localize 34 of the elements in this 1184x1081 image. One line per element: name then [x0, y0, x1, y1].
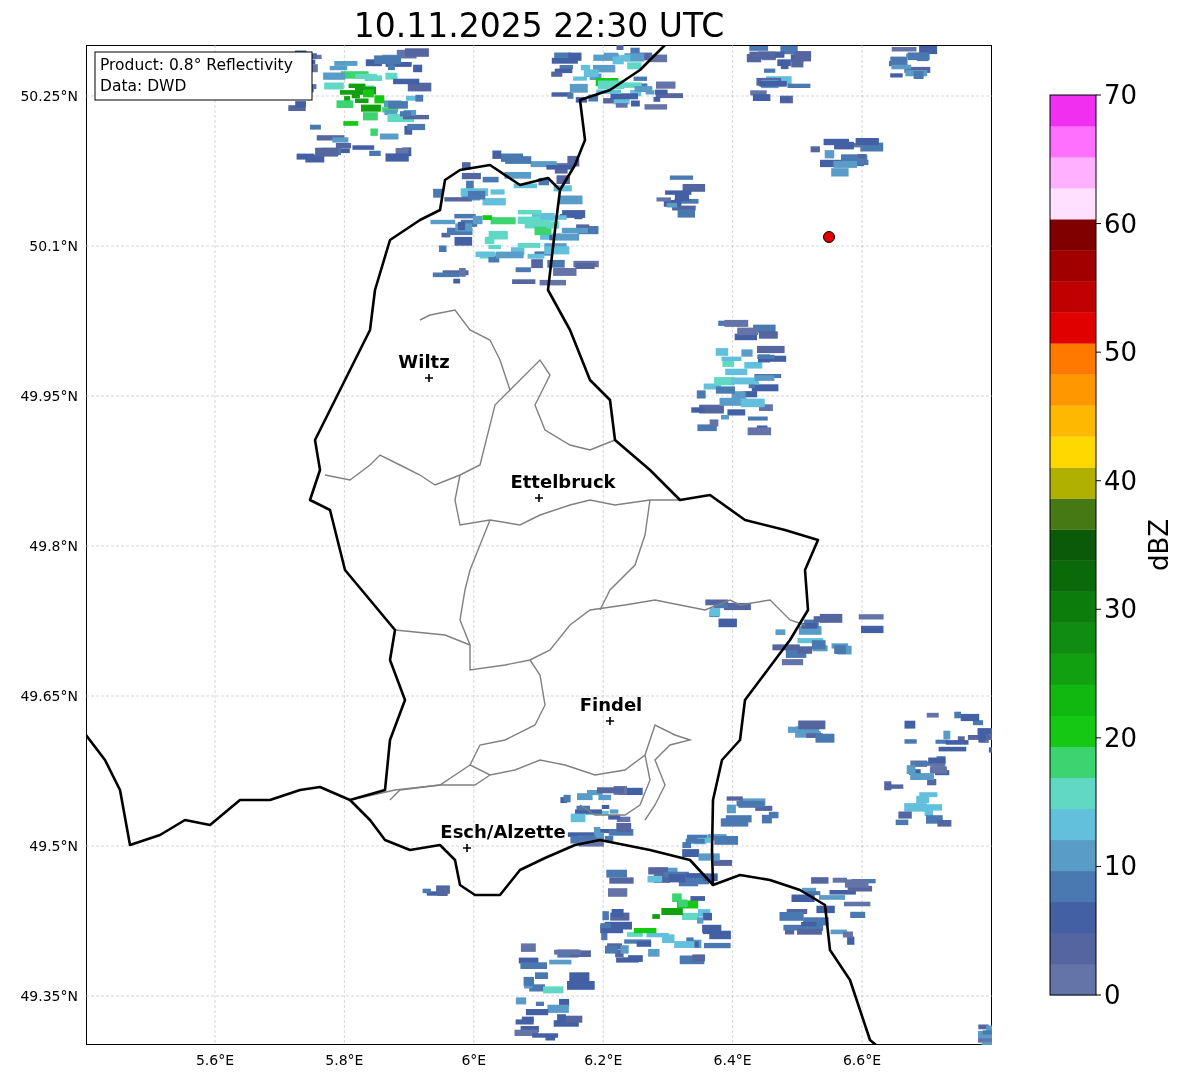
longitude-label: 6.6°E — [842, 1052, 882, 1068]
city-label: Wiltz — [398, 351, 450, 372]
city-label: Ettelbruck — [510, 471, 616, 492]
latitude-label: 49.8°N — [29, 538, 78, 554]
longitude-label: 5.8°E — [325, 1052, 364, 1068]
latitude-label: 49.95°N — [20, 388, 78, 404]
city-marker-icon — [424, 373, 434, 383]
colorbar-tick-label: 70 — [1104, 80, 1138, 110]
city-marker-icon — [605, 716, 615, 726]
latitude-label: 50.25°N — [20, 88, 78, 104]
colorbar-tick-label: 60 — [1104, 208, 1138, 239]
colorbar-tick-label: 0 — [1104, 980, 1121, 1010]
location-dot-icon — [823, 231, 835, 243]
latitude-label: 50.1°N — [29, 238, 78, 254]
city-marker-icon — [462, 843, 472, 853]
map-title: 10.11.2025 22:30 UTC — [353, 6, 725, 45]
info-text: Data: DWD — [100, 77, 187, 95]
latitude-label: 49.35°N — [20, 988, 78, 1004]
info-text: Product: 0.8° Reflectivity — [100, 56, 293, 74]
colorbar-tick-label: 50 — [1104, 337, 1138, 368]
colorbar-label: dBZ — [1144, 518, 1174, 572]
colorbar-tick-label: 40 — [1104, 465, 1138, 496]
city-label: Findel — [579, 694, 643, 715]
colorbar-tick-label: 10 — [1104, 851, 1138, 882]
colorbar-tick-label: 20 — [1104, 722, 1138, 753]
city-marker-icon — [534, 493, 544, 503]
longitude-label: 6.2°E — [584, 1052, 623, 1068]
longitude-label: 5.6°E — [195, 1052, 235, 1068]
city-label: Esch/Alzette — [440, 821, 566, 842]
longitude-label: 6°E — [461, 1052, 487, 1068]
latitude-label: 49.5°N — [29, 838, 78, 854]
longitude-label: 6.4°E — [713, 1052, 752, 1068]
colorbar-tick-label: 30 — [1104, 594, 1138, 625]
latitude-label: 49.65°N — [20, 688, 78, 704]
